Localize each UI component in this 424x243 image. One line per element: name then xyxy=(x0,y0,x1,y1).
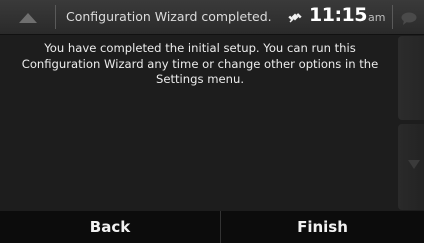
speech-bubble-icon[interactable] xyxy=(401,10,417,29)
finish-button[interactable]: Finish xyxy=(221,211,424,243)
bottom-bar: Back Finish xyxy=(0,211,424,243)
scroll-up-button[interactable] xyxy=(398,36,424,120)
clock-time: 11:15 xyxy=(309,4,367,26)
header-divider xyxy=(55,5,56,29)
up-button[interactable] xyxy=(0,0,55,34)
scroll-down-button[interactable] xyxy=(398,124,424,210)
clock-ampm: am xyxy=(367,11,386,24)
down-arrow-icon xyxy=(408,160,420,169)
top-bar: Configuration Wizard completed. 11:15am xyxy=(0,0,424,35)
header-divider-right xyxy=(392,5,393,29)
satellite-icon[interactable] xyxy=(288,9,302,28)
back-button[interactable]: Back xyxy=(0,211,220,243)
header-title: Configuration Wizard completed. xyxy=(66,9,272,24)
up-arrow-icon xyxy=(18,8,37,27)
completion-message: You have completed the initial setup. Yo… xyxy=(21,41,379,86)
message-panel: You have completed the initial setup. Yo… xyxy=(0,35,398,211)
clock: 11:15am xyxy=(309,4,385,26)
